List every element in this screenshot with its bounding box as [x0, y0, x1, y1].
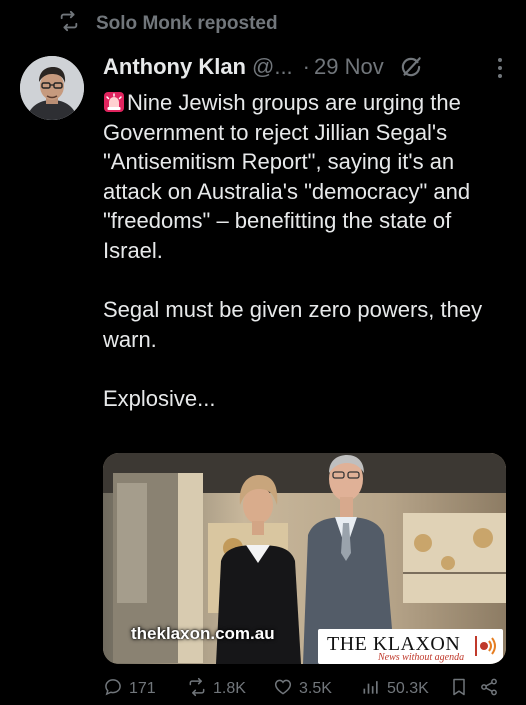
repost-header: Solo Monk reposted: [58, 10, 278, 38]
reply-button[interactable]: 171: [103, 677, 156, 702]
klaxon-tagline: News without agenda: [378, 652, 465, 663]
repost-label[interactable]: Solo Monk reposted: [96, 13, 278, 35]
siren-icon: [103, 91, 125, 113]
view-count: 50.3K: [387, 680, 429, 697]
tweet-date[interactable]: 29 Nov: [314, 54, 384, 80]
share-button[interactable]: [479, 677, 499, 702]
like-count: 3.5K: [299, 680, 332, 697]
tweet-body: Nine Jewish groups are urging the Govern…: [103, 90, 483, 411]
share-icon: [479, 677, 499, 702]
tweet-header: Anthony Klan @... · 29 Nov: [103, 50, 508, 84]
tweet[interactable]: Anthony Klan @... · 29 Nov Nine Jewish g…: [103, 50, 508, 414]
klaxon-horn-icon: [475, 635, 497, 657]
like-button[interactable]: 3.5K: [273, 677, 332, 702]
tweet-text: Nine Jewish groups are urging the Govern…: [103, 88, 508, 414]
bookmark-button[interactable]: [449, 677, 469, 702]
views-button[interactable]: 50.3K: [361, 677, 429, 702]
author-name[interactable]: Anthony Klan: [103, 54, 246, 80]
grok-icon[interactable]: [398, 54, 424, 80]
reply-icon: [103, 677, 123, 702]
reply-count: 171: [129, 680, 156, 697]
klaxon-logo: THE KLAXON News without agenda: [318, 629, 503, 664]
heart-icon: [273, 677, 293, 702]
separator: ·: [302, 54, 310, 79]
tweet-media[interactable]: theklaxon.com.au THE KLAXON News without…: [103, 453, 506, 664]
bookmark-icon: [449, 677, 469, 702]
avatar[interactable]: [20, 56, 84, 120]
repost-count: 1.8K: [213, 680, 246, 697]
action-bar: 171 1.8K 3.5K 50.3K: [103, 676, 503, 702]
author-handle[interactable]: @...: [252, 54, 293, 80]
views-icon: [361, 677, 381, 702]
repost-icon: [58, 10, 80, 38]
repost-button[interactable]: 1.8K: [187, 677, 246, 702]
media-watermark: theklaxon.com.au: [131, 624, 275, 643]
more-options-icon[interactable]: [490, 56, 510, 80]
repost-action-icon: [187, 677, 207, 702]
